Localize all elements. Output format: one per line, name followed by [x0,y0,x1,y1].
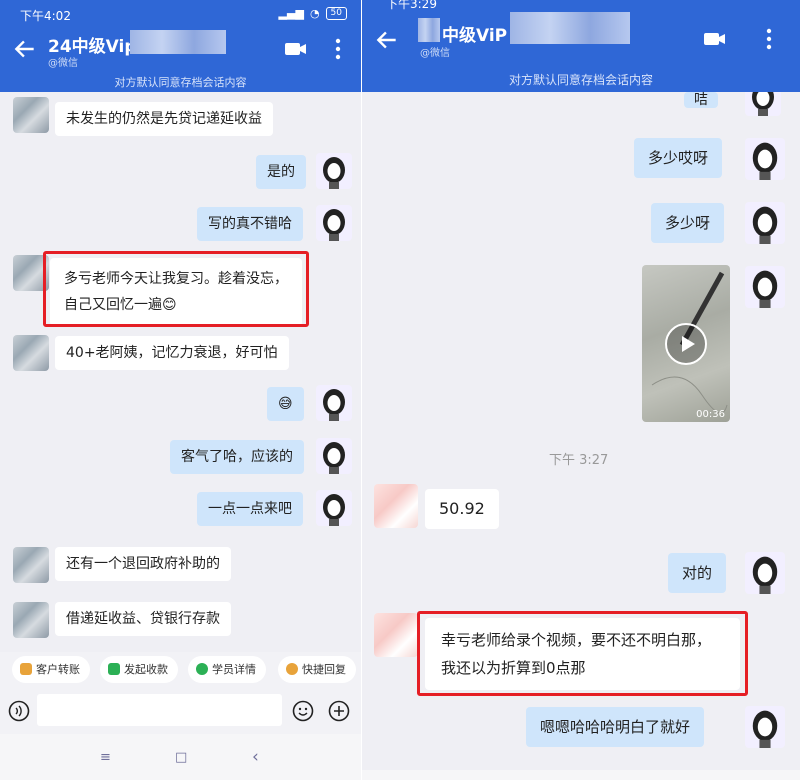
signal-icon: ▂▄▆ [278,7,304,20]
message-bubble-in: 借递延收益、贷银行存款 [55,602,231,636]
message-bubble-out: 嗯嗯哈哈哈明白了就好 [526,707,705,747]
message-bubble-out: 对的 [668,553,727,593]
message-bubble-out: 😅 [267,387,304,421]
video-call-icon[interactable] [703,30,727,48]
left-app-bar: 下午4:02 ▂▄▆ ◔ 50 24中级Vip @微信 对方默认同意存档会话内容 [0,0,361,92]
contact-avatar[interactable] [13,335,49,371]
student-icon [196,663,208,675]
my-avatar[interactable] [316,490,352,526]
my-avatar[interactable] [745,92,781,116]
message-bubble-in: 还有一个退回政府补助的 [55,547,231,581]
video-message[interactable]: 00:36 [642,265,730,422]
voice-input-icon[interactable] [8,700,30,722]
message-bubble-in: 40+老阿姨，记忆力衰退，好可怕 [55,336,289,370]
contact-avatar[interactable] [13,602,49,638]
right-app-bar: 下午3:29 中级ViP @微信 对方默认同意存档会话内容 [362,0,800,92]
message-bubble-out: 客气了哈，应该的 [170,440,304,474]
contact-avatar[interactable] [13,547,49,583]
back-nav-icon[interactable]: ‹ [252,747,259,767]
battery-icon: 50 [325,7,347,20]
quick-reply-icon [286,663,298,675]
transfer-icon [20,663,32,675]
quick-student-details-button[interactable]: 学员详情 [188,656,266,683]
message-bubble-out: 一点一点来吧 [197,492,303,526]
message-bubble-out: 咭 [684,92,718,108]
contact-avatar[interactable] [374,484,418,528]
plus-icon[interactable] [328,700,350,722]
contact-avatar[interactable] [13,97,49,133]
my-avatar[interactable] [745,266,785,308]
status-time: 下午4:02 [20,9,71,23]
menu-nav-icon[interactable]: ≡ [100,750,111,765]
message-bubble-in: 50.92 [425,489,499,529]
highlight-box [417,611,748,696]
highlight-box [43,251,309,327]
message-bubble-out: 多少呀 [651,203,725,243]
my-avatar[interactable] [745,552,785,594]
redacted-name-prefix [418,18,440,42]
message-bubble-out: 多少哎呀 [634,138,723,178]
message-bubble-out: 写的真不错哈 [197,207,303,241]
back-arrow-icon[interactable] [374,27,400,53]
emoji-icon[interactable] [292,700,314,722]
status-time: 下午3:29 [386,0,437,11]
video-call-icon[interactable] [284,40,308,58]
my-avatar[interactable] [316,385,352,421]
redacted-name [130,30,226,54]
left-status-bar: 下午4:02 ▂▄▆ ◔ 50 [0,0,361,26]
chat-title: 中级ViP [442,26,508,46]
quick-customer-transfer-button[interactable]: 客户转账 [12,656,90,683]
system-nav-bar: ≡ □ ‹ [0,734,361,780]
my-avatar[interactable] [316,438,352,474]
payment-icon [108,663,120,675]
my-avatar[interactable] [316,153,352,189]
contact-avatar[interactable] [374,613,418,657]
message-bubble-in: 未发生的仍然是先贷记递延收益 [55,102,273,136]
home-nav-icon[interactable]: □ [175,750,187,765]
input-bar [0,688,361,734]
chat-subtitle: @微信 [48,58,78,69]
my-avatar[interactable] [316,205,352,241]
my-avatar[interactable] [745,706,785,748]
message-bubble-out: 是的 [256,155,306,189]
timestamp-divider: 下午 3:27 [549,453,609,468]
chat-subtitle: @微信 [420,48,450,59]
quick-request-payment-button[interactable]: 发起收款 [100,656,178,683]
quick-action-bar: 客户转账 发起收款 学员详情 快捷回复 [0,652,361,688]
message-input[interactable] [37,694,282,726]
wifi-icon: ◔ [309,7,320,20]
archive-notice: 对方默认同意存档会话内容 [508,73,653,87]
more-options-icon[interactable] [335,38,341,60]
my-avatar[interactable] [745,138,785,180]
back-arrow-icon[interactable] [12,36,38,62]
play-icon[interactable] [664,322,708,366]
right-chat-screen: 下午3:29 中级ViP @微信 对方默认同意存档会话内容 咭 多少哎呀 多少呀… [362,0,800,780]
video-duration: 00:36 [696,409,725,420]
quick-reply-button[interactable]: 快捷回复 [278,656,356,683]
left-chat-screen: 下午4:02 ▂▄▆ ◔ 50 24中级Vip @微信 对方默认同意存档会话内容… [0,0,361,780]
bottom-strip [362,770,800,780]
archive-notice: 对方默认同意存档会话内容 [114,76,247,89]
more-options-icon[interactable] [766,28,772,50]
my-avatar[interactable] [745,202,785,244]
redacted-name [510,12,630,44]
